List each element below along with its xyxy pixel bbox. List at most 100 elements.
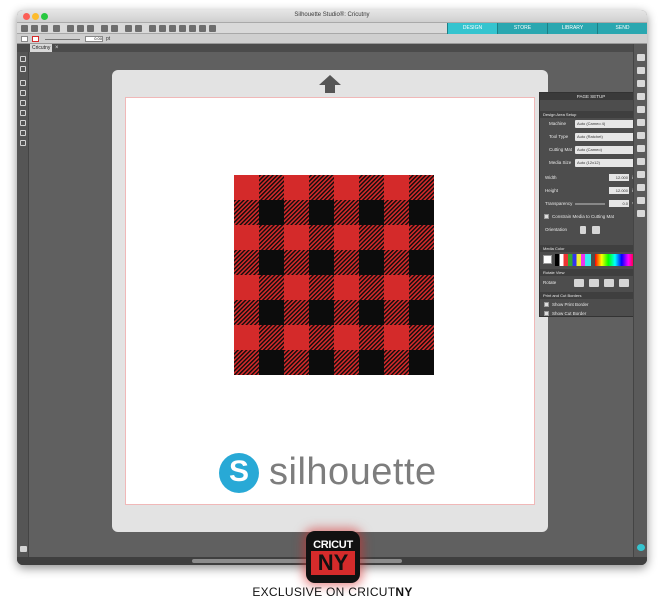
cut-icon[interactable]	[67, 25, 74, 32]
plaid-cell	[259, 250, 284, 275]
text-panel-icon[interactable]	[637, 132, 645, 139]
rectangle-tool-icon[interactable]	[20, 90, 26, 96]
media-color-header: Media Color	[540, 245, 644, 252]
cutting-mat-select[interactable]: Auto (Cameo)	[575, 146, 639, 154]
plaid-cell	[284, 300, 309, 325]
plaid-cell	[384, 300, 409, 325]
paste-icon[interactable]	[87, 25, 94, 32]
zoom-fit-icon[interactable]	[169, 25, 176, 32]
eyedropper-tool-icon[interactable]	[20, 140, 26, 146]
plaid-cell	[234, 250, 259, 275]
design-area-setup-header: Design Area Setup	[540, 111, 644, 118]
new-file-icon[interactable]	[21, 25, 28, 32]
plaid-cell	[309, 225, 334, 250]
copy-icon[interactable]	[77, 25, 84, 32]
height-row: Height 12.000 in	[545, 187, 636, 194]
plaid-cell	[309, 325, 334, 350]
pen-tool-icon[interactable]	[20, 100, 26, 106]
trace-panel-icon[interactable]	[637, 197, 645, 204]
plaid-cell	[334, 325, 359, 350]
media-size-select[interactable]: Auto (12x12)	[575, 159, 639, 167]
eraser-tool-icon[interactable]	[20, 120, 26, 126]
text-tool-icon[interactable]	[20, 110, 26, 116]
line-tool-icon[interactable]	[20, 80, 26, 86]
color-palette[interactable]	[555, 254, 591, 266]
library-save-icon[interactable]	[53, 25, 60, 32]
document-tab[interactable]: Cricutny	[30, 44, 52, 52]
plaid-cell	[259, 300, 284, 325]
line-panel-icon[interactable]	[637, 93, 645, 100]
knife-tool-icon[interactable]	[20, 130, 26, 136]
line-style-selector[interactable]	[45, 39, 80, 40]
fill-color-swatch[interactable]	[21, 36, 28, 42]
tool-type-select[interactable]: Auto (Ratchet)	[575, 133, 639, 141]
layers-panel-icon[interactable]	[637, 210, 645, 217]
landscape-orientation-icon[interactable]	[592, 226, 600, 234]
portrait-orientation-icon[interactable]	[580, 226, 586, 234]
plaid-cell	[409, 200, 434, 225]
show-print-border-checkbox[interactable]	[544, 302, 549, 307]
deselect-icon[interactable]	[135, 25, 142, 32]
redo-icon[interactable]	[111, 25, 118, 32]
gradient-panel-icon[interactable]	[637, 106, 645, 113]
plaid-cell	[359, 325, 384, 350]
line-width-field[interactable]: 0.00	[85, 36, 103, 42]
pan-icon[interactable]	[179, 25, 186, 32]
plaid-cell	[409, 275, 434, 300]
plaid-cell	[334, 275, 359, 300]
rotate-270-icon[interactable]	[619, 279, 629, 287]
zoom-in-icon[interactable]	[149, 25, 156, 32]
design-canvas[interactable]: S silhouette PAGE SETUP Design Area Setu…	[29, 52, 644, 565]
fill-panel-icon[interactable]	[637, 80, 645, 87]
plaid-cell	[309, 200, 334, 225]
plaid-cell	[409, 325, 434, 350]
plaid-cell	[384, 225, 409, 250]
tab-send[interactable]: SEND	[597, 23, 647, 34]
rotate-90-icon[interactable]	[589, 279, 599, 287]
silhouette-logo: S silhouette	[219, 451, 459, 493]
save-icon[interactable]	[41, 25, 48, 32]
tab-library[interactable]: LIBRARY	[547, 23, 597, 34]
plaid-cell	[309, 300, 334, 325]
point-edit-tool-icon[interactable]	[20, 66, 26, 72]
grid-settings-icon[interactable]	[637, 67, 645, 74]
transparency-field[interactable]: 0.0	[609, 200, 629, 207]
document-tab-close-icon[interactable]: ×	[55, 44, 59, 52]
machine-select[interactable]: Auto (Cameo 4)	[575, 120, 639, 128]
rotate-180-icon[interactable]	[604, 279, 614, 287]
select-tool-icon[interactable]	[20, 56, 26, 62]
plaid-cell	[334, 300, 359, 325]
grid-icon[interactable]	[209, 25, 216, 32]
show-cut-border-checkbox[interactable]	[544, 311, 549, 316]
offset-panel-icon[interactable]	[637, 184, 645, 191]
buffalo-plaid-pattern[interactable]	[234, 175, 434, 375]
constrain-checkbox[interactable]	[544, 214, 549, 219]
media-color-picker[interactable]	[543, 254, 639, 266]
replicate-panel-icon[interactable]	[637, 158, 645, 165]
tab-design[interactable]: DESIGN	[447, 23, 497, 34]
page-setup-panel: PAGE SETUP Design Area Setup Machine Aut…	[539, 92, 644, 317]
modify-panel-icon[interactable]	[637, 171, 645, 178]
width-field[interactable]: 12.000	[609, 174, 629, 181]
transparency-panel-icon[interactable]	[637, 119, 645, 126]
open-file-icon[interactable]	[31, 25, 38, 32]
scroll-thumb[interactable]	[192, 559, 402, 563]
move-down-icon[interactable]	[189, 25, 196, 32]
page-setup-icon[interactable]	[637, 54, 645, 61]
undo-icon[interactable]	[101, 25, 108, 32]
line-color-swatch[interactable]	[32, 36, 39, 42]
height-field[interactable]: 12.000	[609, 187, 629, 194]
transparency-slider[interactable]	[575, 203, 605, 205]
color-spectrum[interactable]	[595, 254, 635, 266]
select-all-icon[interactable]	[125, 25, 132, 32]
move-up-icon[interactable]	[199, 25, 206, 32]
current-media-color[interactable]	[543, 255, 552, 264]
zoom-out-icon[interactable]	[159, 25, 166, 32]
camera-icon[interactable]	[20, 546, 27, 552]
send-shortcut-icon[interactable]	[637, 544, 645, 551]
silhouette-logo-text: silhouette	[269, 451, 437, 493]
rotate-0-icon[interactable]	[574, 279, 584, 287]
tab-store[interactable]: STORE	[497, 23, 547, 34]
transform-panel-icon[interactable]	[637, 145, 645, 152]
plaid-cell	[384, 350, 409, 375]
